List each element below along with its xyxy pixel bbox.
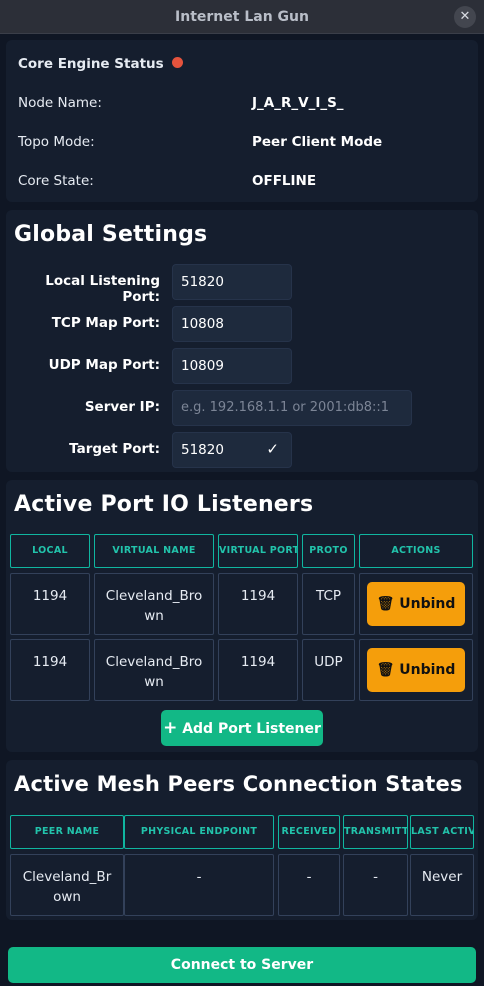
col-peer-name: PEER NAME [10, 815, 124, 849]
peers-panel: Active Mesh Peers Connection States PEER… [6, 760, 478, 920]
listeners-heading: Active Port IO Listeners [14, 492, 314, 517]
table-cell-virtual-name: Cleveland_Bro wn [94, 639, 214, 701]
table-cell-actions: 🗑 Unbind [359, 639, 473, 701]
status-title-text: Core Engine Status [18, 56, 164, 72]
add-port-listener-label: Add Port Listener [182, 721, 321, 737]
server-ip-placeholder: e.g. 192.168.1.1 or 2001:db8::1 [181, 400, 390, 415]
status-title: Core Engine Status [18, 56, 183, 72]
server-ip-input[interactable]: e.g. 192.168.1.1 or 2001:db8::1 [172, 390, 412, 426]
table-cell-proto: TCP [302, 573, 355, 635]
core-state-value: OFFLINE [252, 173, 317, 189]
unbind-button[interactable]: 🗑 Unbind [367, 582, 465, 626]
col-proto: PROTO [302, 534, 355, 568]
local-port-label: Local Listening Port: [45, 273, 160, 305]
table-cell-local: 1194 [10, 573, 90, 635]
checkmark-icon: ✓ [266, 440, 279, 458]
target-port-label: Target Port: [69, 441, 160, 457]
window-title: Internet Lan Gun [175, 9, 309, 25]
server-ip-label: Server IP: [84, 399, 160, 415]
peer-name-line-2: own [53, 889, 81, 905]
virtual-name-line-2: wn [144, 608, 164, 624]
global-settings-heading: Global Settings [14, 222, 208, 247]
col-last-active: LAST ACTIVE [410, 815, 474, 849]
peer-name-line-1: Cleveland_Br [22, 869, 112, 885]
target-port-input[interactable]: 51820 ✓ [172, 432, 292, 468]
table-cell-proto: UDP [302, 639, 355, 701]
trash-icon: 🗑 [376, 596, 395, 612]
status-panel: Core Engine Status Node Name: J_A_R_V_I_… [6, 40, 478, 202]
plus-icon: + [163, 718, 178, 738]
core-state-label: Core State: [18, 173, 94, 189]
col-virtual-port: VIRTUAL PORT [218, 534, 298, 568]
local-port-input[interactable]: 51820 [172, 264, 292, 300]
col-actions: ACTIONS [359, 534, 473, 568]
unbind-label: Unbind [399, 596, 456, 612]
topo-mode-label: Topo Mode: [18, 134, 95, 150]
col-local: LOCAL [10, 534, 90, 568]
table-cell-virtual-port: 1194 [218, 573, 298, 635]
node-name-value: J_A_R_V_I_S_ [252, 95, 344, 111]
table-cell-last-active: Never [410, 854, 474, 916]
virtual-name-line-1: Cleveland_Bro [105, 588, 203, 604]
connect-to-server-button[interactable]: Connect to Server [8, 947, 476, 983]
virtual-name-line-1: Cleveland_Bro [105, 654, 203, 670]
global-settings-panel: Global Settings Local Listening Port: 51… [6, 210, 478, 472]
table-cell-received: - [278, 854, 340, 916]
col-virtual-name: VIRTUAL NAME [94, 534, 214, 568]
table-cell-virtual-port: 1194 [218, 639, 298, 701]
topo-mode-value: Peer Client Mode [252, 134, 383, 150]
node-name-label: Node Name: [18, 95, 102, 111]
udp-port-input[interactable]: 10809 [172, 348, 292, 384]
table-cell-virtual-name: Cleveland_Bro wn [94, 573, 214, 635]
status-indicator-icon [171, 57, 183, 68]
target-port-value: 51820 [181, 442, 224, 458]
col-transmitted: TRANSMITTED [343, 815, 408, 849]
tcp-port-input[interactable]: 10808 [172, 306, 292, 342]
listeners-panel: Active Port IO Listeners LOCAL VIRTUAL N… [6, 480, 478, 752]
server-ip-scrollbar[interactable] [173, 425, 371, 426]
peers-heading: Active Mesh Peers Connection States [14, 772, 463, 796]
tcp-port-label: TCP Map Port: [51, 315, 160, 331]
unbind-button[interactable]: 🗑 Unbind [367, 648, 465, 692]
table-cell-endpoint: - [124, 854, 274, 916]
table-cell-transmitted: - [343, 854, 408, 916]
close-icon[interactable]: ✕ [454, 6, 476, 28]
table-cell-actions: 🗑 Unbind [359, 573, 473, 635]
trash-icon: 🗑 [376, 662, 395, 678]
col-physical-endpoint: PHYSICAL ENDPOINT [124, 815, 274, 849]
virtual-name-line-2: wn [144, 674, 164, 690]
table-cell-local: 1194 [10, 639, 90, 701]
title-bar: Internet Lan Gun ✕ [0, 0, 484, 34]
table-cell-peer-name: Cleveland_Br own [10, 854, 124, 916]
udp-port-label: UDP Map Port: [48, 357, 160, 373]
col-received: RECEIVED [278, 815, 340, 849]
unbind-label: Unbind [399, 662, 456, 678]
add-port-listener-button[interactable]: + Add Port Listener [161, 710, 323, 746]
